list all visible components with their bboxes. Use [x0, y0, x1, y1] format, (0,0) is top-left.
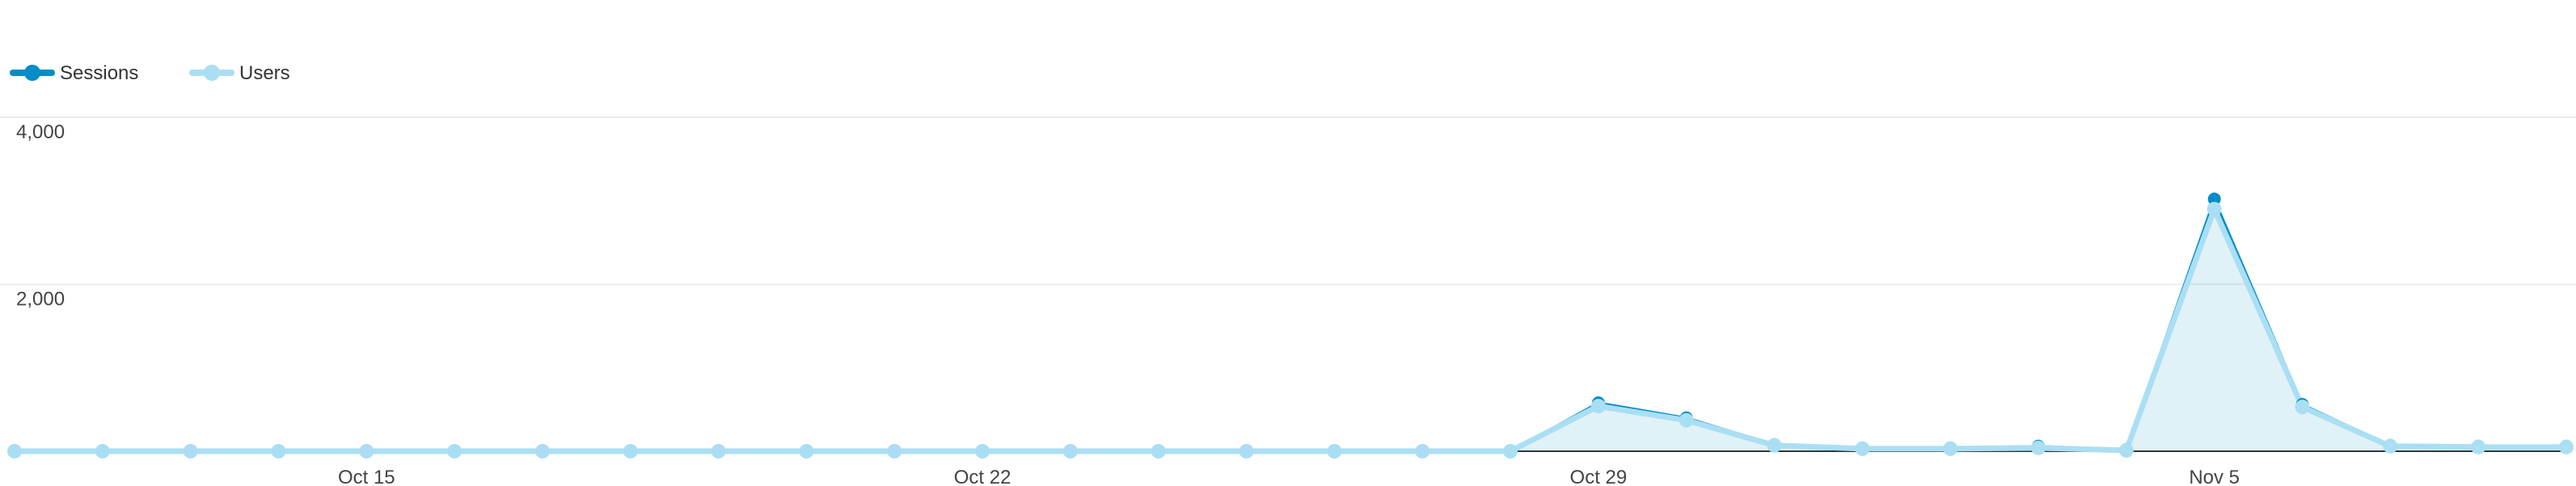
- data-point-users[interactable]: [2118, 442, 2134, 458]
- data-point-users[interactable]: [1590, 399, 1606, 414]
- data-point-users[interactable]: [359, 444, 374, 459]
- y-tick-label: 4,000: [16, 121, 65, 143]
- legend-label: Sessions: [60, 62, 138, 84]
- line-chart: 2,000 4,000 Oct 15 Oct 22 Oct 29 Nov 5 Sessi…: [0, 0, 2576, 486]
- data-point-users[interactable]: [534, 444, 550, 459]
- x-axis-ticks: Oct 15 Oct 22 Oct 29 Nov 5: [338, 467, 2240, 486]
- data-point-users[interactable]: [2206, 201, 2222, 217]
- x-tick-label: Oct 22: [954, 467, 1011, 486]
- data-point-users[interactable]: [2471, 439, 2486, 454]
- data-point-users[interactable]: [2031, 440, 2046, 455]
- data-point-users[interactable]: [447, 444, 462, 459]
- data-point-users[interactable]: [975, 444, 990, 459]
- chart-canvas: 2,000 4,000 Oct 15 Oct 22 Oct 29 Nov 5 Sessi…: [0, 62, 2576, 486]
- legend-swatch-dot: [204, 65, 220, 81]
- legend[interactable]: Sessions Users: [10, 62, 290, 84]
- data-point-users[interactable]: [1767, 437, 1782, 453]
- legend-swatch-dot: [24, 65, 40, 81]
- y-tick-label: 2,000: [16, 289, 65, 311]
- data-point-users[interactable]: [2295, 399, 2310, 415]
- data-point-users[interactable]: [1062, 444, 1078, 459]
- data-point-users[interactable]: [1855, 441, 1870, 456]
- data-point-users[interactable]: [1151, 444, 1166, 459]
- legend-item-sessions[interactable]: Sessions: [10, 62, 138, 84]
- data-point-users[interactable]: [1415, 444, 1430, 459]
- data-point-users[interactable]: [623, 444, 638, 459]
- area-sessions: [15, 199, 2566, 451]
- legend-label: Users: [239, 62, 290, 84]
- legend-item-users[interactable]: Users: [189, 62, 290, 84]
- y-axis-ticks: 2,000 4,000: [16, 121, 65, 311]
- data-point-users[interactable]: [887, 444, 902, 459]
- data-point-users[interactable]: [2559, 439, 2574, 454]
- data-point-users[interactable]: [1239, 444, 1254, 459]
- data-point-users[interactable]: [2383, 438, 2398, 454]
- area-fills: [15, 199, 2566, 451]
- x-tick-label: Oct 15: [338, 467, 395, 486]
- data-point-users[interactable]: [7, 444, 22, 459]
- data-point-users[interactable]: [1503, 444, 1518, 459]
- data-point-users[interactable]: [1327, 444, 1342, 459]
- data-point-users[interactable]: [183, 444, 198, 459]
- data-point-users[interactable]: [1679, 412, 1694, 428]
- x-tick-label: Oct 29: [1570, 467, 1628, 486]
- data-point-users[interactable]: [271, 444, 286, 459]
- data-point-users[interactable]: [711, 444, 726, 459]
- data-point-users[interactable]: [95, 444, 110, 459]
- x-tick-label: Nov 5: [2189, 467, 2240, 486]
- data-point-users[interactable]: [799, 444, 814, 459]
- data-point-users[interactable]: [1943, 441, 1958, 456]
